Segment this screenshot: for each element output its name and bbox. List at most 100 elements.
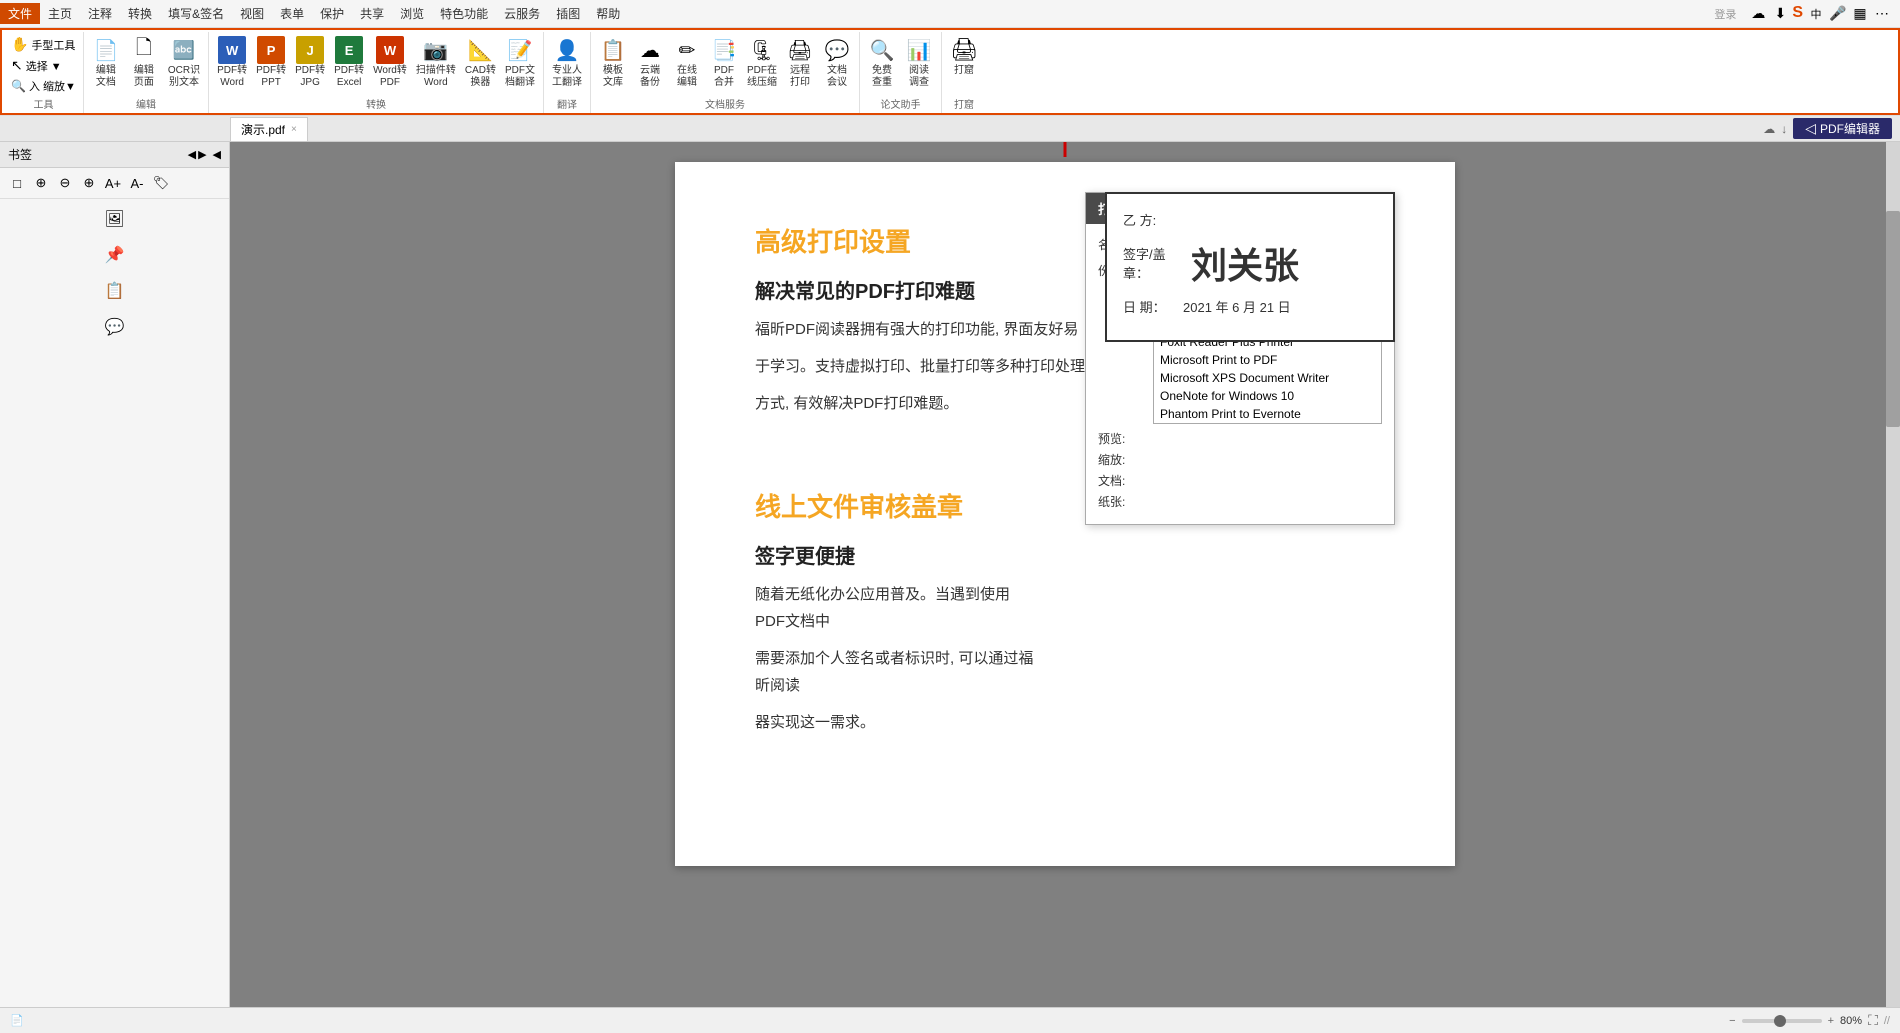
hand-tool-btn[interactable]: ✋ 手型工具 bbox=[8, 34, 79, 55]
read-survey-icon: 📊 bbox=[905, 36, 933, 64]
ocr-icon: 🔤 bbox=[170, 36, 198, 64]
pdf-excel-label: PDF转Excel bbox=[334, 65, 364, 89]
topbar-right: 登录 ☁ ⬇ S 中 🎤 ▦ ⋯ bbox=[1714, 4, 1900, 24]
login-area[interactable]: 登录 bbox=[1714, 6, 1736, 22]
cloud-icon[interactable]: ☁ bbox=[1748, 4, 1768, 24]
pdf-compress-icon: 🗜 bbox=[748, 36, 776, 64]
cloud-backup-btn[interactable]: ☁ 云端备份 bbox=[632, 34, 668, 96]
tab-close-btn[interactable]: × bbox=[291, 124, 297, 135]
online-edit-icon: ✏ bbox=[673, 36, 701, 64]
pdf-compress-btn[interactable]: 🗜 PDF在线压缩 bbox=[743, 34, 781, 96]
sidebar: 书签 ◀ ▶ ◀ □ ⊕ ⊖ ⊕ A+ A- 🏷 🖼 📌 📋 💬 bbox=[0, 142, 230, 1007]
edit-page-btn[interactable]: 🗋 编辑页面 bbox=[126, 34, 162, 96]
mic-icon[interactable]: 🎤 bbox=[1828, 4, 1848, 24]
online-edit-btn[interactable]: ✏ 在线编辑 bbox=[669, 34, 705, 96]
print-group-label: 打窟 bbox=[946, 96, 982, 111]
free-check-icon: 🔍 bbox=[868, 36, 896, 64]
sidebar-prev-btn[interactable]: ◀ bbox=[188, 148, 196, 161]
grid-icon[interactable]: ▦ bbox=[1850, 4, 1870, 24]
pdf-translate-label: PDF文档翻译 bbox=[505, 65, 535, 89]
zoom-in-btn[interactable]: + bbox=[1828, 1015, 1834, 1027]
download-icon[interactable]: ⬇ bbox=[1770, 4, 1790, 24]
menu-view[interactable]: 视图 bbox=[232, 3, 272, 24]
menu-browse[interactable]: 浏览 bbox=[392, 3, 432, 24]
menu-share[interactable]: 共享 bbox=[352, 3, 392, 24]
pro-translate-btn[interactable]: 👤 专业人工翻译 bbox=[548, 34, 586, 96]
menu-comment[interactable]: 注释 bbox=[80, 3, 120, 24]
sidebar-icon-comment[interactable]: 💬 bbox=[103, 315, 127, 339]
sidebar-tool-4[interactable]: ⊕ bbox=[78, 172, 100, 194]
zoom-out-btn[interactable]: − bbox=[1729, 1015, 1735, 1027]
menu-convert[interactable]: 转换 bbox=[120, 3, 160, 24]
fullscreen-btn[interactable]: ⛶ bbox=[1868, 1012, 1878, 1029]
sidebar-icon-layers[interactable]: 📋 bbox=[103, 279, 127, 303]
pdf-ppt-btn[interactable]: P PDF转PPT bbox=[252, 34, 290, 96]
sidebar-collapse-btn[interactable]: ◀ bbox=[213, 148, 221, 161]
sidebar-tool-2[interactable]: ⊕ bbox=[30, 172, 52, 194]
pdf-jpg-btn[interactable]: J PDF转JPG bbox=[291, 34, 329, 96]
menu-special[interactable]: 特色功能 bbox=[432, 3, 496, 24]
free-check-btn[interactable]: 🔍 免费查重 bbox=[864, 34, 900, 96]
menu-form[interactable]: 表单 bbox=[272, 3, 312, 24]
remote-print-btn[interactable]: 🖨 远程打印 bbox=[782, 34, 818, 96]
cad-label: CAD转换器 bbox=[465, 65, 496, 89]
printer-ms-pdf[interactable]: Microsoft Print to PDF bbox=[1154, 351, 1381, 369]
more-icon[interactable]: ⋯ bbox=[1872, 4, 1892, 24]
printer-onenote[interactable]: OneNote for Windows 10 bbox=[1154, 387, 1381, 405]
menu-file[interactable]: 文件 bbox=[0, 3, 40, 24]
tab-bar: 演示.pdf × ☁ ↓ ◁ PDF编辑器 bbox=[0, 116, 1900, 142]
sidebar-next-btn[interactable]: ▶ bbox=[198, 148, 206, 161]
ocr-btn[interactable]: 🔤 OCR识别文本 bbox=[164, 34, 204, 96]
file-tab[interactable]: 演示.pdf × bbox=[230, 117, 308, 141]
pdf-editor-arrow: ◁ bbox=[1805, 120, 1816, 137]
pdf-editor-btn[interactable]: ◁ PDF编辑器 bbox=[1793, 118, 1892, 139]
scan-word-btn[interactable]: 📷 扫描件转Word bbox=[412, 34, 460, 96]
menu-bar: 文件 主页 注释 转换 填写&签名 视图 表单 保护 共享 浏览 特色功能 云服… bbox=[0, 0, 1900, 28]
menu-protect[interactable]: 保护 bbox=[312, 3, 352, 24]
print-group: 🖨 打窟 打窟 bbox=[942, 32, 986, 113]
sig-name: 刘关张 bbox=[1191, 237, 1299, 289]
menu-sign[interactable]: 填写&签名 bbox=[160, 3, 232, 24]
lang-icon[interactable]: 中 bbox=[1806, 4, 1826, 24]
printer-ms-xps[interactable]: Microsoft XPS Document Writer bbox=[1154, 369, 1381, 387]
scrollbar-thumb[interactable] bbox=[1886, 211, 1900, 427]
word-pdf-btn[interactable]: W Word转PDF bbox=[369, 34, 411, 96]
zoom-tool-btn[interactable]: 🔍 入 缩放▼ bbox=[8, 76, 79, 96]
pdf-excel-btn[interactable]: E PDF转Excel bbox=[330, 34, 368, 96]
print-btn[interactable]: 🖨 打窟 bbox=[946, 34, 982, 96]
scrollbar[interactable] bbox=[1886, 142, 1900, 1007]
sidebar-tool-font-down[interactable]: A- bbox=[126, 172, 148, 194]
sidebar-nav-icons: 🖼 📌 📋 💬 bbox=[0, 199, 229, 347]
pdf-translate-btn[interactable]: 📝 PDF文档翻译 bbox=[501, 34, 539, 96]
select-tool-btn[interactable]: ↖ 选择 ▼ bbox=[8, 55, 79, 76]
sidebar-tool-1[interactable]: □ bbox=[6, 172, 28, 194]
menu-help[interactable]: 帮助 bbox=[588, 3, 628, 24]
printer-phantom-evernote[interactable]: Phantom Print to Evernote bbox=[1154, 405, 1381, 423]
sidebar-tool-font-up[interactable]: A+ bbox=[102, 172, 124, 194]
menu-cloud[interactable]: 云服务 bbox=[496, 3, 548, 24]
cad-btn[interactable]: 📐 CAD转换器 bbox=[461, 34, 500, 96]
pdf-area[interactable]: 高级打印设置 解决常见的PDF打印难题 福昕PDF阅读器拥有强大的打印功能, 界… bbox=[230, 142, 1900, 1007]
cloud-sync-icon: ☁ bbox=[1763, 122, 1775, 136]
sidebar-tool-tag[interactable]: 🏷 bbox=[150, 172, 172, 194]
sig-party-row: 乙 方: bbox=[1123, 210, 1377, 229]
sidebar-icon-page[interactable]: 🖼 bbox=[103, 207, 127, 231]
sync-status-icon: ↓ bbox=[1781, 122, 1787, 136]
template-btn[interactable]: 📋 模板文库 bbox=[595, 34, 631, 96]
doc-meeting-btn[interactable]: 💬 文档会议 bbox=[819, 34, 855, 96]
zoom-slider[interactable] bbox=[1742, 1019, 1822, 1023]
menu-home[interactable]: 主页 bbox=[40, 3, 80, 24]
red-arrow-indicator bbox=[1025, 142, 1105, 162]
read-survey-btn[interactable]: 📊 阅读调查 bbox=[901, 34, 937, 96]
pdf-word-btn[interactable]: W PDF转Word bbox=[213, 34, 251, 96]
edit-group: 📄 编辑文档 🗋 编辑页面 🔤 OCR识别文本 编辑 bbox=[84, 32, 209, 113]
pdf-merge-label: PDF合并 bbox=[714, 65, 734, 89]
page-info: 📄 bbox=[10, 1014, 24, 1027]
sidebar-icon-bookmark[interactable]: 📌 bbox=[103, 243, 127, 267]
edit-doc-btn[interactable]: 📄 编辑文档 bbox=[88, 34, 124, 96]
select-icon: ↖ bbox=[11, 57, 23, 74]
menu-plugin[interactable]: 插图 bbox=[548, 3, 588, 24]
sidebar-tool-3[interactable]: ⊖ bbox=[54, 172, 76, 194]
pdf-merge-btn[interactable]: 📑 PDF合并 bbox=[706, 34, 742, 96]
tab-filename: 演示.pdf bbox=[241, 121, 285, 138]
